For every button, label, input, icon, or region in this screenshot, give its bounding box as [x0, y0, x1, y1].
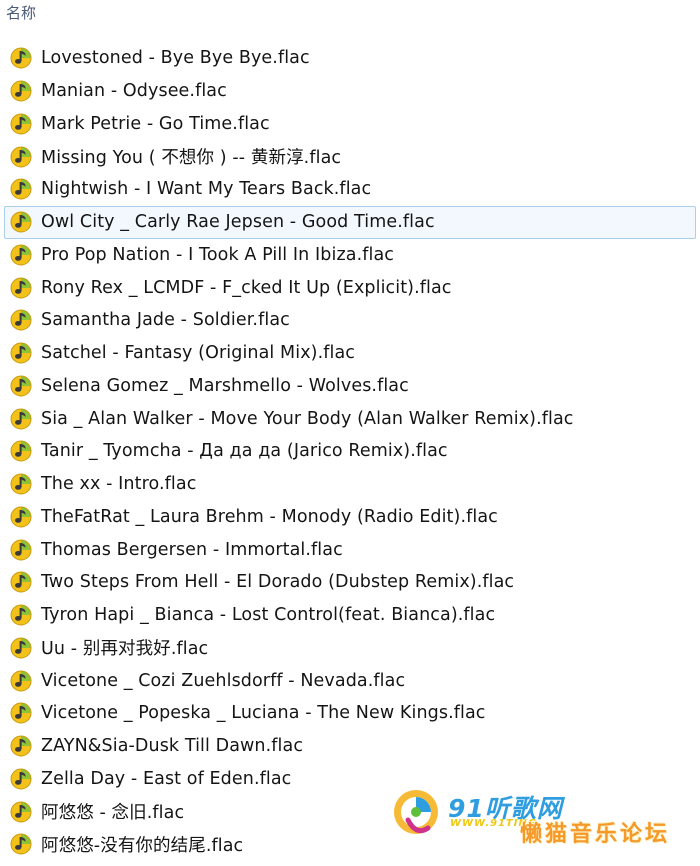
file-row[interactable]: Selena Gomez _ Marshmello - Wolves.flac	[0, 370, 700, 403]
file-name: Nightwish - I Want My Tears Back.flac	[41, 179, 372, 200]
audio-file-icon	[10, 113, 32, 135]
file-row[interactable]: Lovestoned - Bye Bye Bye.flac	[0, 42, 700, 75]
audio-file-icon	[10, 571, 32, 593]
file-name: Owl City _ Carly Rae Jepsen - Good Time.…	[41, 212, 435, 233]
file-row[interactable]: Tanir _ Tyomcha - Да да да (Jarico Remix…	[0, 435, 700, 468]
audio-file-icon	[10, 539, 32, 561]
audio-file-icon	[10, 735, 32, 757]
file-row[interactable]: Pro Pop Nation - I Took A Pill In Ibiza.…	[0, 239, 700, 272]
file-name: Uu - 别再对我好.flac	[41, 639, 209, 660]
audio-file-icon	[10, 211, 32, 233]
file-name: Missing You ( 不想你 ) -- 黄新淳.flac	[41, 148, 342, 169]
audio-file-icon	[10, 506, 32, 528]
file-row[interactable]: Owl City _ Carly Rae Jepsen - Good Time.…	[4, 205, 696, 239]
file-name: Pro Pop Nation - I Took A Pill In Ibiza.…	[41, 244, 394, 265]
column-header-name[interactable]: 名称	[0, 0, 700, 30]
file-row[interactable]: The xx - Intro.flac	[0, 468, 700, 501]
file-name: Zella Day - East of Eden.flac	[41, 768, 292, 789]
audio-file-icon	[10, 342, 32, 364]
audio-file-icon	[10, 277, 32, 299]
file-name: Samantha Jade - Soldier.flac	[41, 310, 290, 331]
file-row[interactable]: Manian - Odysee.flac	[0, 75, 700, 108]
file-name: 阿悠悠-没有你的结尾.flac	[41, 835, 244, 856]
file-row[interactable]: Rony Rex _ LCMDF - F_cked It Up (Explici…	[0, 271, 700, 304]
file-row[interactable]: Thomas Bergersen - Immortal.flac	[0, 533, 700, 566]
watermark-forum-text: 懒猫音乐论坛	[520, 821, 671, 847]
audio-file-icon	[10, 702, 32, 724]
file-name: Satchel - Fantasy (Original Mix).flac	[41, 343, 356, 364]
file-row[interactable]: Mark Petrie - Go Time.flac	[0, 108, 700, 141]
audio-file-icon	[10, 833, 32, 855]
audio-file-icon	[10, 408, 32, 430]
file-name: ZAYN&Sia-Dusk Till Dawn.flac	[41, 736, 304, 757]
file-row[interactable]: Nightwish - I Want My Tears Back.flac	[0, 173, 700, 206]
file-name: Lovestoned - Bye Bye Bye.flac	[41, 48, 310, 69]
audio-file-icon	[10, 768, 32, 790]
audio-file-icon	[10, 801, 32, 823]
file-name: 阿悠悠 - 念旧.flac	[41, 803, 185, 824]
audio-file-icon	[10, 244, 32, 266]
file-row[interactable]: Samantha Jade - Soldier.flac	[0, 304, 700, 337]
audio-file-icon	[10, 604, 32, 626]
audio-file-icon	[10, 309, 32, 331]
audio-file-icon	[10, 440, 32, 462]
file-row[interactable]: Vicetone _ Popeska _ Luciana - The New K…	[0, 697, 700, 730]
audio-file-icon	[10, 375, 32, 397]
file-row[interactable]: Zella Day - East of Eden.flac	[0, 763, 700, 796]
file-name: Selena Gomez _ Marshmello - Wolves.flac	[41, 375, 409, 396]
column-header-label: 名称	[6, 4, 37, 22]
file-row[interactable]: TheFatRat _ Laura Brehm - Monody (Radio …	[0, 501, 700, 534]
file-row[interactable]: Two Steps From Hell - El Dorado (Dubstep…	[0, 566, 700, 599]
file-row[interactable]: Tyron Hapi _ Bianca - Lost Control(feat.…	[0, 599, 700, 632]
file-row[interactable]: Sia _ Alan Walker - Move Your Body (Alan…	[0, 402, 700, 435]
file-name: Vicetone _ Popeska _ Luciana - The New K…	[41, 703, 486, 724]
file-name: The xx - Intro.flac	[41, 474, 197, 495]
file-list: Lovestoned - Bye Bye Bye.flac Manian - O…	[0, 42, 700, 861]
file-name: Thomas Bergersen - Immortal.flac	[41, 539, 343, 560]
audio-file-icon	[10, 473, 32, 495]
file-name: Sia _ Alan Walker - Move Your Body (Alan…	[41, 408, 574, 429]
audio-file-icon	[10, 670, 32, 692]
file-name: Tanir _ Tyomcha - Да да да (Jarico Remix…	[41, 441, 448, 462]
file-name: Mark Petrie - Go Time.flac	[41, 113, 270, 134]
audio-file-icon	[10, 146, 32, 168]
audio-file-icon	[10, 80, 32, 102]
file-row[interactable]: Missing You ( 不想你 ) -- 黄新淳.flac	[0, 140, 700, 173]
file-row[interactable]: Uu - 别再对我好.flac	[0, 632, 700, 665]
file-row[interactable]: Satchel - Fantasy (Original Mix).flac	[0, 337, 700, 370]
file-row[interactable]: ZAYN&Sia-Dusk Till Dawn.flac	[0, 730, 700, 763]
audio-file-icon	[10, 47, 32, 69]
file-name: Vicetone _ Cozi Zuehlsdorff - Nevada.fla…	[41, 670, 406, 691]
file-name: Two Steps From Hell - El Dorado (Dubstep…	[41, 572, 515, 593]
file-name: Manian - Odysee.flac	[41, 81, 227, 102]
file-row[interactable]: Vicetone _ Cozi Zuehlsdorff - Nevada.fla…	[0, 664, 700, 697]
audio-file-icon	[10, 637, 32, 659]
audio-file-icon	[10, 178, 32, 200]
file-name: Rony Rex _ LCMDF - F_cked It Up (Explici…	[41, 277, 452, 298]
file-name: TheFatRat _ Laura Brehm - Monody (Radio …	[41, 506, 498, 527]
file-name: Tyron Hapi _ Bianca - Lost Control(feat.…	[41, 605, 496, 626]
